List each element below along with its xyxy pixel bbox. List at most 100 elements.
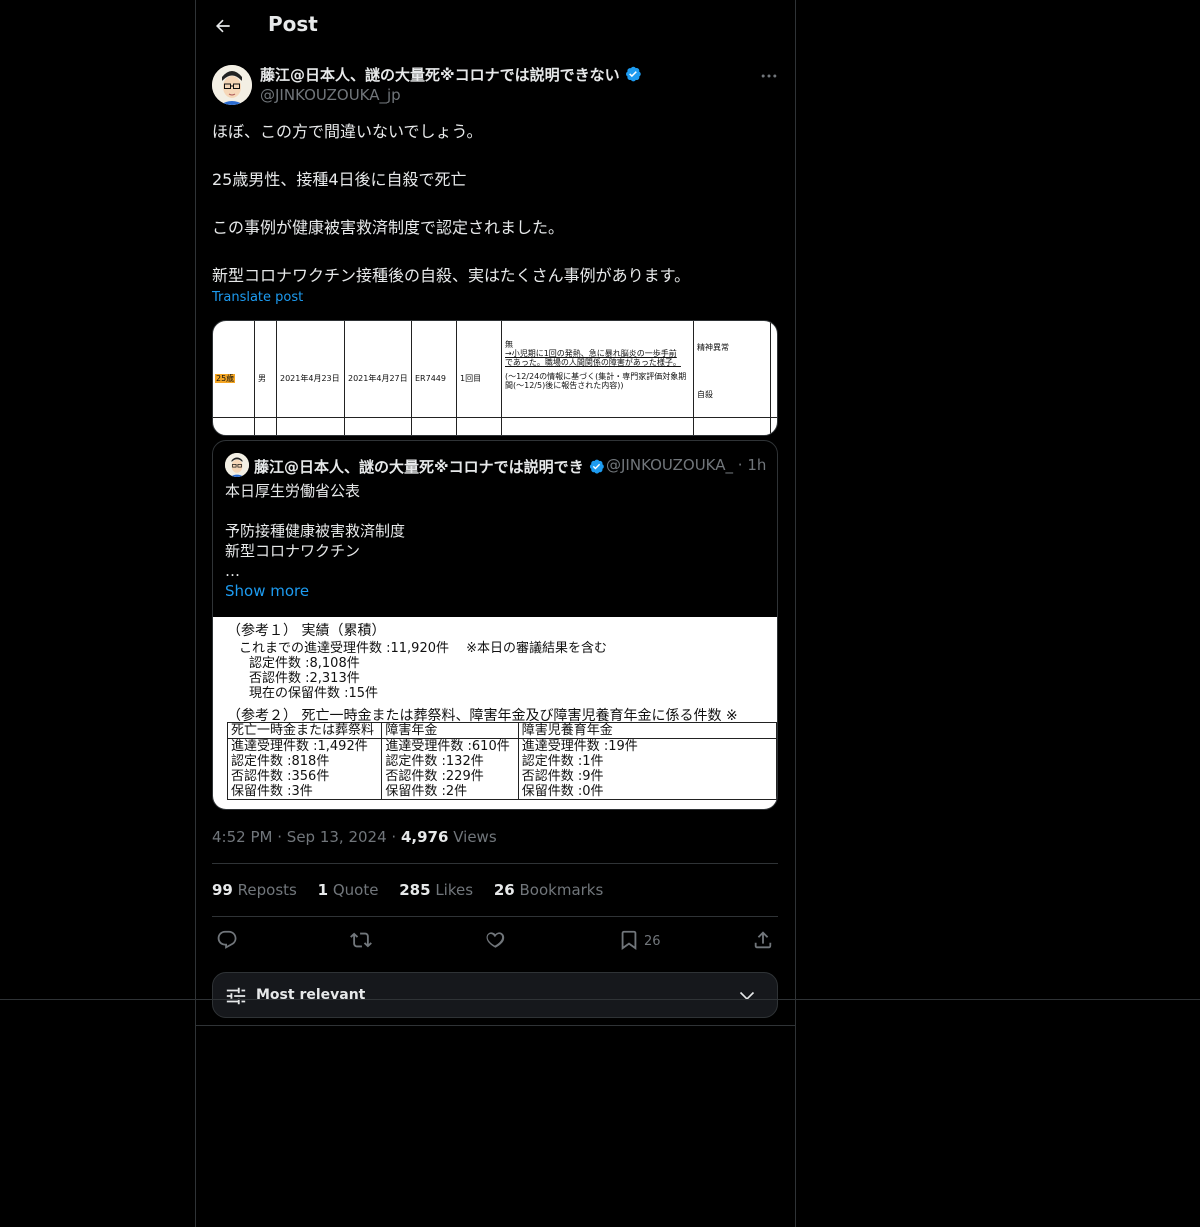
quoted-handle-text: @JINKOUZOUKA_	[606, 456, 734, 474]
reply-icon[interactable]	[216, 929, 240, 953]
table-header: 障害児養育年金	[517, 722, 777, 739]
cell-line: 保留件数 :2件	[385, 784, 468, 799]
quotes-label: Quote	[332, 881, 379, 899]
more-icon[interactable]	[759, 66, 779, 86]
table-cell: 2021年4月27日	[344, 321, 412, 435]
cell-line: 否認件数 :356件	[231, 769, 330, 784]
quotes-count: 1	[317, 881, 329, 899]
quoted-time: · 1h	[737, 456, 767, 474]
post-text: ほぼ、この方で間違いないでしょう。 25歳男性、接種4日後に自殺で死亡 この事例…	[212, 120, 778, 288]
cell-line: 進達受理件数 :19件	[521, 739, 638, 754]
post-image[interactable]: 25歳 男 2021年4月23日 2021年4月27日 ER7449 1回目 無…	[212, 320, 778, 436]
bookmark-count: 26	[644, 934, 661, 949]
bookmarks-label: Bookmarks	[519, 881, 604, 899]
quoted-image[interactable]: （参考１） 実績（累積） これまでの進達受理件数 :11,920件 ※本日の審議…	[213, 617, 777, 809]
author-name-text[interactable]: 藤江@日本人、謎の大量死※コロナでは説明できない	[260, 66, 620, 84]
cell-line: 保留件数 :3件	[231, 784, 313, 799]
sort-label: Most relevant	[256, 987, 366, 1003]
table-cell: 男	[254, 321, 277, 435]
bookmark-icon[interactable]	[618, 929, 642, 953]
history-line: であった。職場の人間関係の障害があった様子。	[505, 358, 681, 367]
cell-line: 認定件数 :132件	[385, 754, 484, 769]
sliders-icon	[225, 985, 247, 1011]
like-icon[interactable]	[484, 929, 508, 953]
symptom-text: 精神異常	[697, 343, 729, 352]
likes-stat[interactable]: 285 Likes	[399, 881, 473, 899]
cell-line: 進達受理件数 :610件	[385, 739, 510, 754]
views-label: Views	[453, 828, 497, 846]
history-line: (～12/24の情報に基づく(集計・専門家評価対象期	[505, 372, 687, 381]
author-handle[interactable]: @JINKOUZOUKA_jp	[260, 86, 401, 104]
table-header: 障害年金	[381, 722, 519, 739]
share-icon[interactable]	[752, 929, 776, 953]
table-cell: 2021年4月23日	[276, 321, 345, 435]
header-bar: Post	[196, 0, 795, 53]
doc-line: 現在の保留件数 :15件	[249, 686, 379, 701]
quoted-author-handle: @JINKOUZOUKA_ · 1h	[606, 456, 766, 474]
outcome-text: 自殺	[697, 390, 713, 399]
table-header: 死亡一時金または葬祭料	[226, 722, 383, 739]
overlay-guide-line	[0, 999, 1200, 1000]
page-title: Post	[268, 12, 318, 36]
cell-line: 認定件数 :818件	[231, 754, 330, 769]
cell-line: 認定件数 :1件	[521, 754, 604, 769]
likes-count: 285	[399, 881, 431, 899]
quoted-text: 本日厚生労働省公表 予防接種健康被害救済制度 新型コロナワクチン …	[225, 481, 405, 581]
quoted-line	[225, 501, 405, 521]
post-line: 新型コロナワクチン接種後の自殺、実はたくさん事例があります。	[212, 266, 691, 285]
avatar[interactable]	[212, 65, 252, 105]
table-rule	[213, 417, 777, 418]
post-line: ほぼ、この方で間違いないでしょう。	[212, 122, 483, 141]
views-count: 4,976	[400, 828, 449, 846]
cell-line: 保留件数 :0件	[521, 784, 604, 799]
post-line: 25歳男性、接種4日後に自殺で死亡	[212, 170, 467, 189]
back-arrow-icon[interactable]	[213, 16, 233, 36]
post-line: この事例が健康被害救済制度で認定されました。	[212, 218, 565, 237]
show-more-link[interactable]: Show more	[225, 582, 309, 600]
chevron-down-icon	[737, 986, 757, 1010]
bookmarks-stat[interactable]: 26 Bookmarks	[494, 881, 603, 899]
author-name[interactable]: 藤江@日本人、謎の大量死※コロナでは説明できない	[260, 64, 642, 87]
doc-table: 死亡一時金または葬祭料 障害年金 障害児養育年金 進達受理件数 :1,492件 …	[226, 722, 777, 800]
quoted-post[interactable]: 藤江@日本人、謎の大量死※コロナでは説明でき @JINKOUZOUKA_ · 1…	[212, 440, 778, 810]
table-cell: 無 →小児期に1回の発熱、急に暴れ脳炎の一歩手前 であった。職場の人間関係の障害…	[501, 321, 694, 435]
quoted-line: 新型コロナワクチン	[225, 542, 361, 560]
post-meta: 4:52 PM · Sep 13, 2024 · 4,976 Views	[212, 828, 497, 846]
reposts-count: 99	[212, 881, 233, 899]
table-cell: 1回目	[456, 321, 502, 435]
quoted-author-name-text: 藤江@日本人、謎の大量死※コロナでは説明でき	[254, 458, 584, 476]
main-column: Post 藤江@日本人、謎の大量死※コロナでは説明できない @JINKOUZOU…	[195, 0, 796, 1227]
repost-icon[interactable]	[350, 929, 374, 953]
meta-separator: ·	[277, 828, 283, 846]
quotes-stat[interactable]: 1 Quote	[318, 881, 379, 899]
quoted-line: 本日厚生労働省公表	[225, 482, 361, 500]
reposts-stat[interactable]: 99 Reposts	[212, 881, 297, 899]
post-date[interactable]: Sep 13, 2024	[287, 828, 387, 846]
table-cell: 進達受理件数 :1,492件 認定件数 :818件 否認件数 :356件 保留件…	[226, 738, 383, 800]
cell-line: 進達受理件数 :1,492件	[231, 739, 368, 754]
table-cell: 進達受理件数 :19件 認定件数 :1件 否認件数 :9件 保留件数 :0件	[517, 738, 777, 800]
quoted-line: …	[225, 562, 240, 580]
meta-separator: ·	[391, 828, 397, 846]
divider	[196, 1025, 795, 1026]
engagement-stats: 99 Reposts 1 Quote 285 Likes 26 Bookmark…	[212, 881, 619, 899]
divider	[212, 863, 778, 864]
cell-line: 否認件数 :9件	[521, 769, 604, 784]
likes-label: Likes	[435, 881, 474, 899]
quoted-author-name: 藤江@日本人、謎の大量死※コロナでは説明でき	[254, 456, 605, 479]
history-line: 無	[505, 340, 513, 349]
table-cell: 25歳	[213, 321, 255, 435]
table-cell: 進達受理件数 :610件 認定件数 :132件 否認件数 :229件 保留件数 …	[381, 738, 519, 800]
history-line: →小児期に1回の発熱、急に暴れ脳炎の一歩手前	[505, 349, 677, 358]
post-time[interactable]: 4:52 PM	[212, 828, 272, 846]
table-cell: ER7449	[411, 321, 457, 435]
verified-badge-icon	[588, 458, 605, 479]
sort-replies-dropdown[interactable]: Most relevant	[212, 972, 778, 1018]
history-line: 間(～12/5)後に報告された内容))	[505, 381, 624, 390]
table-cell: 精神異常 自殺	[693, 321, 771, 435]
translate-post-link[interactable]: Translate post	[212, 290, 303, 305]
cell-line: 否認件数 :229件	[385, 769, 484, 784]
quoted-line: 予防接種健康被害救済制度	[225, 522, 406, 540]
age-cell: 25歳	[215, 374, 236, 383]
reposts-label: Reposts	[237, 881, 297, 899]
